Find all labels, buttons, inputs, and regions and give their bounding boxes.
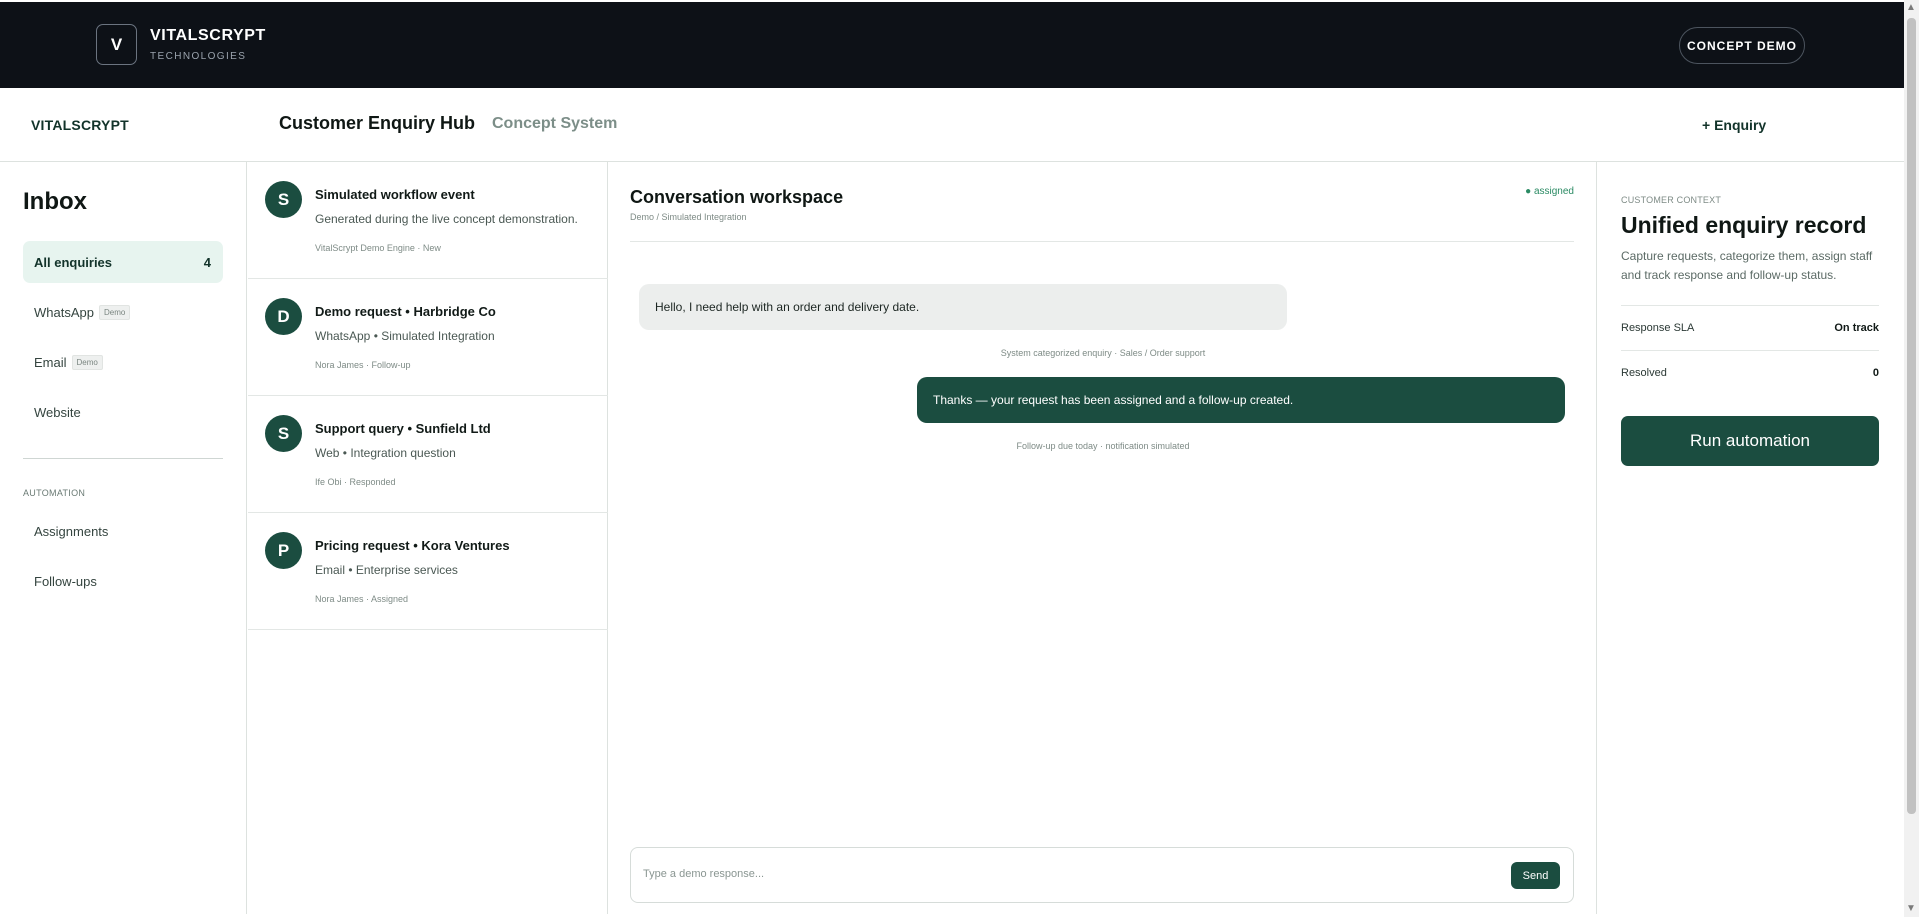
brand-logo: V (96, 24, 137, 65)
context-kicker: CUSTOMER CONTEXT (1621, 195, 1722, 205)
list-item[interactable]: S Simulated workflow event Generated dur… (248, 162, 608, 279)
sidebar-item-website[interactable]: Website (23, 391, 223, 433)
enquiry-subtitle: Web • Integration question (315, 446, 456, 460)
enquiry-title: Support query • Sunfield Ltd (315, 421, 491, 436)
sidebar: Inbox All enquiries 4 WhatsApp Demo Emai… (0, 162, 247, 914)
avatar: P (265, 532, 302, 569)
context-title: Unified enquiry record (1621, 212, 1867, 238)
demo-tag: Demo (71, 354, 103, 370)
sidebar-item-label: Assignments (34, 523, 109, 539)
context-description: Capture requests, categorize them, assig… (1621, 249, 1873, 282)
sidebar-item-email[interactable]: Email Demo (23, 341, 223, 383)
list-item[interactable]: D Demo request • Harbridge Co WhatsApp •… (248, 279, 608, 396)
sidebar-item-label: Email (34, 354, 67, 370)
inbox-title: Inbox (23, 188, 87, 215)
incoming-message: Hello, I need help with an order and del… (639, 284, 1287, 330)
resolved-row: Resolved 0 (1621, 350, 1879, 395)
followup-note: Follow-up due today · notification simul… (1016, 441, 1190, 451)
sidebar-item-label: Website (34, 404, 81, 420)
enquiry-title: Demo request • Harbridge Co (315, 304, 496, 319)
brand-name: VITALSCRYPT (150, 27, 266, 44)
run-automation-button[interactable]: Run automation (1621, 416, 1879, 466)
customer-context-panel: CUSTOMER CONTEXT Unified enquiry record … (1598, 162, 1904, 914)
enquiry-subtitle: WhatsApp • Simulated Integration (315, 329, 495, 343)
message-composer: Send (630, 847, 1574, 903)
conversation-workspace: Conversation workspace Demo / Simulated … (609, 162, 1597, 914)
conversation-divider (630, 241, 1574, 242)
scroll-up-arrow-icon[interactable]: ▲ (1906, 3, 1916, 13)
enquiry-subtitle: Generated during the live concept demons… (315, 212, 578, 226)
resolved-value: 0 (1872, 367, 1879, 379)
sidebar-item-follow-ups[interactable]: Follow-ups (23, 560, 223, 602)
response-sla-row: Response SLA On track (1621, 305, 1879, 350)
enquiry-meta: Ife Obi · Responded (315, 477, 396, 487)
scroll-down-arrow-icon[interactable]: ▼ (1906, 904, 1916, 914)
app-logo[interactable]: VITALSCRYPT (31, 117, 129, 133)
resolved-label: Resolved (1621, 367, 1667, 379)
sidebar-item-all-enquiries[interactable]: All enquiries 4 (23, 241, 223, 283)
enquiry-meta: Nora James · Follow-up (315, 360, 411, 370)
scroll-thumb[interactable] (1907, 18, 1916, 814)
page-subtitle: Concept System (492, 115, 618, 132)
enquiry-subtitle: Email • Enterprise services (315, 563, 458, 577)
enquiry-meta: VitalScrypt Demo Engine · New (315, 243, 441, 253)
avatar: D (265, 298, 302, 335)
sidebar-item-assignments[interactable]: Assignments (23, 510, 223, 552)
avatar: S (265, 181, 302, 218)
sidebar-item-label: WhatsApp (34, 304, 94, 320)
message-input[interactable] (643, 864, 1463, 884)
outgoing-message: Thanks — your request has been assigned … (917, 377, 1565, 423)
concept-demo-button[interactable]: CONCEPT DEMO (1679, 27, 1805, 64)
sidebar-item-whatsapp[interactable]: WhatsApp Demo (23, 291, 223, 333)
brand-subtitle: TECHNOLOGIES (150, 51, 247, 62)
list-item[interactable]: S Support query • Sunfield Ltd Web • Int… (248, 396, 608, 513)
sla-label: Response SLA (1621, 322, 1695, 334)
page-scrollbar[interactable]: ▲ ▼ (1904, 0, 1919, 917)
enquiry-list: S Simulated workflow event Generated dur… (248, 162, 608, 914)
sidebar-item-label: All enquiries (34, 254, 113, 270)
enquiry-title: Simulated workflow event (315, 187, 475, 202)
top-brand-bar: V VITALSCRYPT TECHNOLOGIES CONCEPT DEMO (0, 2, 1904, 88)
avatar: S (265, 415, 302, 452)
count-badge: 4 (203, 254, 211, 270)
app-header: VITALSCRYPT Customer Enquiry Hub Concept… (0, 88, 1904, 162)
list-item[interactable]: P Pricing request • Kora Ventures Email … (248, 513, 608, 630)
enquiry-title: Pricing request • Kora Ventures (315, 538, 510, 553)
status-badge: ● assigned (1525, 186, 1574, 197)
enquiry-meta: Nora James · Assigned (315, 594, 409, 604)
breadcrumb: Demo / Simulated Integration (630, 212, 747, 222)
send-button[interactable]: Send (1511, 862, 1560, 889)
new-enquiry-button[interactable]: + Enquiry (1702, 117, 1766, 133)
automation-section-label: AUTOMATION (23, 488, 86, 498)
sidebar-item-label: Follow-ups (34, 573, 97, 589)
system-note: System categorized enquiry · Sales / Ord… (1000, 348, 1206, 358)
page-title: Customer Enquiry Hub (279, 113, 476, 133)
sidebar-divider (23, 458, 223, 459)
sla-value: On track (1834, 322, 1879, 334)
demo-tag: Demo (98, 304, 131, 320)
conversation-title: Conversation workspace (630, 187, 844, 207)
